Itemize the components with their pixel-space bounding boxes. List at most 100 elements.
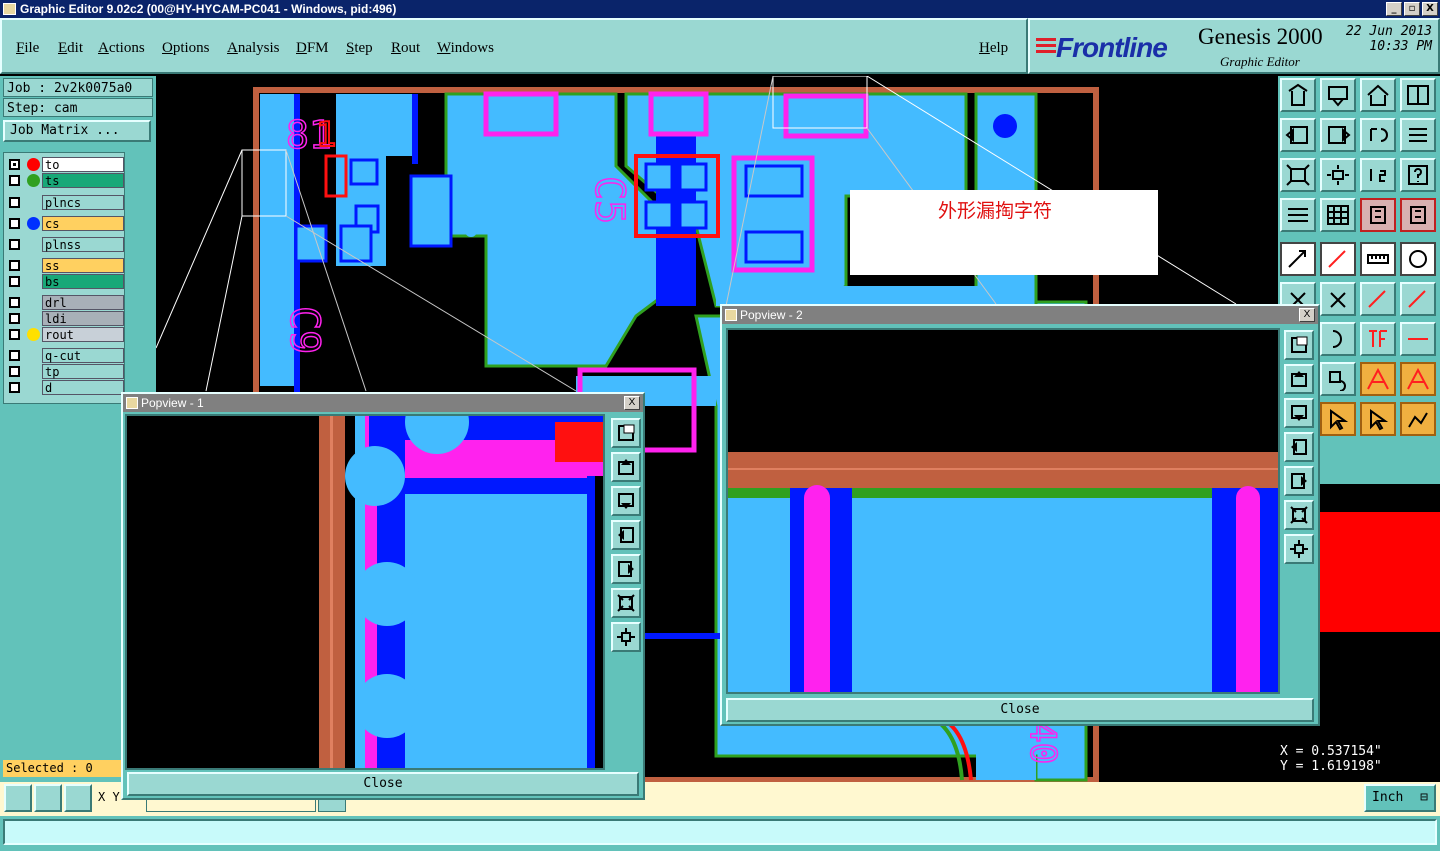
layer-row-drl[interactable]: drl — [6, 295, 126, 310]
add-line-icon[interactable] — [1360, 282, 1396, 316]
popview-pan-up-icon[interactable] — [1284, 364, 1314, 394]
menu-step[interactable]: Step — [346, 40, 373, 57]
layer-checkbox[interactable] — [9, 218, 20, 229]
layer-checkbox[interactable] — [9, 297, 20, 308]
snap-icon[interactable] — [1360, 198, 1396, 232]
ruler-icon[interactable] — [1360, 242, 1396, 276]
popview-zoom-in-icon[interactable] — [611, 588, 641, 618]
rotate-icon[interactable] — [1360, 118, 1396, 152]
layer-checkbox[interactable] — [9, 197, 20, 208]
popview-pan-down-icon[interactable] — [611, 486, 641, 516]
grid-icon[interactable] — [1320, 198, 1356, 232]
cursor-icon[interactable] — [1320, 402, 1356, 436]
panel-icon[interactable] — [1400, 78, 1436, 112]
maximize-button[interactable]: ▫ — [1404, 2, 1420, 16]
snap2-icon[interactable] — [1400, 198, 1436, 232]
popview-pan-up-icon[interactable] — [611, 452, 641, 482]
menu-rout[interactable]: Rout — [391, 40, 420, 57]
popview-zoom-out-icon[interactable] — [611, 622, 641, 652]
layer-row-ldi[interactable]: ldi — [6, 311, 126, 326]
layer-name: q-cut — [42, 348, 124, 363]
coordinate-input[interactable] — [146, 798, 316, 812]
arc-icon[interactable] — [1320, 322, 1356, 356]
layer-checkbox[interactable] — [9, 366, 20, 377]
popview-zoom-home-icon[interactable] — [611, 418, 641, 448]
layer-checkbox[interactable] — [9, 276, 20, 287]
triangle-b-icon[interactable] — [1400, 362, 1436, 396]
job-matrix-button[interactable]: Job Matrix ... — [3, 120, 151, 142]
popview-1-close-icon[interactable]: X — [624, 396, 640, 410]
layer-checkbox[interactable] — [9, 382, 20, 393]
cross-icon[interactable] — [1320, 282, 1356, 316]
measure-icon[interactable] — [34, 784, 62, 812]
menu-edit[interactable]: Edit — [58, 40, 83, 57]
menu-dfm[interactable]: DFM — [296, 40, 329, 57]
layer-row-plncs[interactable]: plncs — [6, 195, 126, 210]
zoom-out-icon[interactable] — [1320, 158, 1356, 192]
layer-row-ts[interactable]: ts — [6, 173, 126, 188]
scale-1-2-icon[interactable] — [1360, 158, 1396, 192]
layer-checkbox[interactable] — [9, 159, 20, 170]
command-field[interactable] — [3, 819, 1437, 845]
layer-row-cs[interactable]: cs — [6, 216, 126, 231]
popview-pan-down-icon[interactable] — [1284, 398, 1314, 428]
net-icon[interactable] — [1400, 402, 1436, 436]
add-line2-icon[interactable] — [1400, 282, 1436, 316]
nav-down-icon[interactable] — [1320, 78, 1356, 112]
layer-checkbox[interactable] — [9, 313, 20, 324]
layer-checkbox[interactable] — [9, 350, 20, 361]
annotation-box: 外形漏掏字符 — [850, 190, 1158, 275]
shapes-icon[interactable] — [1320, 362, 1356, 396]
layer-row-ss[interactable]: ss — [6, 258, 126, 273]
text-icon[interactable] — [1360, 322, 1396, 356]
popview-2-close-button[interactable]: Close — [726, 698, 1314, 722]
popview-zoom-in-icon[interactable] — [1284, 500, 1314, 530]
dash-icon[interactable] — [1400, 322, 1436, 356]
menu-options[interactable]: Options — [162, 40, 210, 57]
menu-windows[interactable]: Windows — [437, 40, 494, 57]
popview-1-close-button[interactable]: Close — [127, 772, 639, 796]
popview-2-view[interactable] — [726, 328, 1280, 694]
layer-row-tp[interactable]: tp — [6, 364, 126, 379]
cursor2-icon[interactable] — [1360, 402, 1396, 436]
popview-zoom-home-icon[interactable] — [1284, 330, 1314, 360]
nav-left-icon[interactable] — [1280, 118, 1316, 152]
minimize-button[interactable]: _ — [1386, 2, 1402, 16]
popview-pan-left-icon[interactable] — [611, 520, 641, 550]
layer-checkbox[interactable] — [9, 329, 20, 340]
zoom-in-icon[interactable] — [1280, 158, 1316, 192]
menu-analysis[interactable]: Analysis — [227, 40, 280, 57]
layer-row-q-cut[interactable]: q-cut — [6, 348, 126, 363]
draw-line-icon[interactable] — [1320, 242, 1356, 276]
zoom-fit-icon[interactable] — [4, 784, 32, 812]
menu-actions[interactable]: Actions — [98, 40, 145, 57]
close-window-button[interactable]: X — [1422, 2, 1438, 16]
nav-right-icon[interactable] — [1320, 118, 1356, 152]
nav-top-icon[interactable] — [1280, 78, 1316, 112]
layer-checkbox[interactable] — [9, 239, 20, 250]
layer-row-plnss[interactable]: plnss — [6, 237, 126, 252]
home-icon[interactable] — [1360, 78, 1396, 112]
triangle-a-icon[interactable] — [1360, 362, 1396, 396]
popview-zoom-out-icon[interactable] — [1284, 534, 1314, 564]
layer-row-d[interactable]: d — [6, 380, 126, 395]
popview-pan-right-icon[interactable] — [611, 554, 641, 584]
popview-pan-right-icon[interactable] — [1284, 466, 1314, 496]
popview-pan-left-icon[interactable] — [1284, 432, 1314, 462]
popview-1-view[interactable] — [125, 414, 605, 770]
layer-row-to[interactable]: to — [6, 157, 126, 172]
mirror-icon[interactable] — [1400, 118, 1436, 152]
clip-icon[interactable] — [1280, 198, 1316, 232]
layer-row-bs[interactable]: bs — [6, 274, 126, 289]
layer-row-rout[interactable]: rout — [6, 327, 126, 342]
menu-file[interactable]: File — [16, 40, 39, 57]
menu-help[interactable]: Help — [979, 40, 1008, 57]
help-icon[interactable] — [1400, 158, 1436, 192]
layer-checkbox[interactable] — [9, 260, 20, 271]
line-arrow-icon[interactable] — [1280, 242, 1316, 276]
units-selector[interactable]: Inch ⊟ — [1364, 784, 1436, 812]
pad-icon[interactable] — [1400, 242, 1436, 276]
popview-2-close-icon[interactable]: X — [1299, 308, 1315, 322]
layer-checkbox[interactable] — [9, 175, 20, 186]
grid-icon[interactable] — [64, 784, 92, 812]
